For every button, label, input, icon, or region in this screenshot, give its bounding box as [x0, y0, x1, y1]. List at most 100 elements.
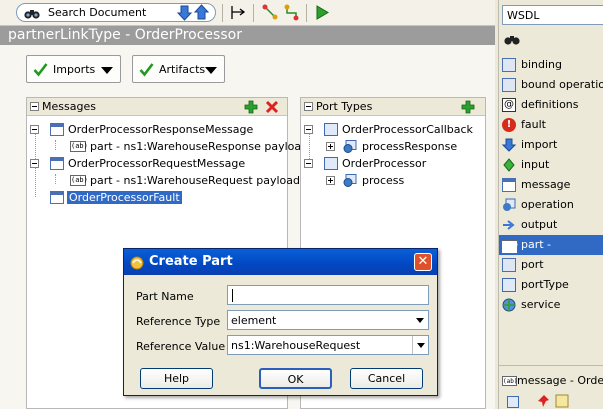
palette-item-bound-operation[interactable]: bound operation: [499, 75, 603, 95]
chevron-down-icon[interactable]: [412, 336, 428, 354]
collapse-icon[interactable]: [304, 125, 313, 134]
fault-icon: !: [502, 118, 516, 132]
collapse-icon[interactable]: [304, 159, 313, 168]
checkmark-icon: [139, 63, 154, 77]
binding-icon: [502, 58, 516, 72]
toolbar-separator: [222, 4, 223, 22]
search-placeholder: Search Document: [48, 6, 147, 19]
cancel-button[interactable]: Cancel: [350, 368, 423, 389]
reference-type-select[interactable]: element: [227, 310, 429, 330]
messages-panel-header: Messages: [27, 98, 287, 116]
collapse-icon[interactable]: [30, 159, 39, 168]
tree-item-port-type[interactable]: OrderProcessorCallback: [304, 122, 484, 138]
collapse-icon[interactable]: [30, 125, 39, 134]
expand-icon[interactable]: [326, 142, 335, 151]
reference-value-label: Reference Value: [136, 340, 226, 353]
binoculars-icon: [24, 10, 40, 19]
dialog-title: Create Part: [149, 254, 233, 269]
input-icon: [503, 158, 515, 172]
tree-item-message-selected[interactable]: OrderProcessorFault: [30, 190, 285, 206]
part-icon: (ab): [70, 175, 88, 186]
message-icon: [50, 157, 64, 170]
message-icon: [502, 178, 516, 192]
tree-item-part[interactable]: (ab) part - ns1:WarehouseRequest payload: [30, 173, 300, 189]
add-icon[interactable]: [244, 100, 258, 114]
palette-category-select[interactable]: WSDL: [502, 5, 603, 25]
collapse-icon[interactable]: [304, 102, 313, 111]
palette-item-port[interactable]: port: [499, 255, 603, 275]
ok-button[interactable]: OK: [259, 368, 332, 389]
palette-item-operation[interactable]: operation: [499, 195, 603, 215]
definitions-icon: @: [502, 98, 516, 112]
part-icon: (ab): [501, 240, 519, 254]
chevron-down-icon: [101, 67, 113, 74]
operation-icon: [343, 140, 357, 153]
structure-pane: (ab) message - OrderPr: [499, 365, 603, 409]
reference-type-label: Reference Type: [136, 315, 221, 328]
port-types-panel-header: Port Types: [301, 98, 485, 116]
tree-item-message[interactable]: OrderProcessorRequestMessage: [30, 156, 285, 172]
palette-item-part[interactable]: (ab) part -: [499, 235, 603, 255]
tree-item-operation[interactable]: processResponse: [304, 139, 484, 155]
run-icon[interactable]: [313, 4, 330, 21]
pin-icon[interactable]: [537, 394, 551, 408]
palette-item-input[interactable]: input: [499, 155, 603, 175]
port-type-icon: [324, 123, 338, 136]
tree-item-operation[interactable]: process: [304, 173, 484, 189]
palette-item-binding[interactable]: binding: [499, 55, 603, 75]
component-palette: WSDL binding bound operation @ definitio…: [498, 0, 603, 409]
service-icon: [502, 298, 516, 312]
palette-item-service[interactable]: service: [499, 295, 603, 315]
zoom-icon[interactable]: [507, 396, 519, 408]
close-button[interactable]: ✕: [414, 253, 432, 271]
checkmark-icon: [33, 63, 48, 77]
chevron-down-icon: [205, 67, 217, 74]
text-caret: [232, 289, 233, 302]
collapse-icon[interactable]: [30, 102, 39, 111]
message-icon: [50, 123, 64, 136]
palette-item-import[interactable]: import: [499, 135, 603, 155]
artifacts-button[interactable]: Artifacts: [132, 55, 225, 83]
editor-toolbar: Search Document: [0, 0, 495, 26]
toolbar-separator: [253, 4, 254, 22]
port-icon: [502, 258, 516, 272]
palette-item-output[interactable]: output: [499, 215, 603, 235]
imports-button[interactable]: Imports: [26, 55, 121, 83]
palette-item-port-type[interactable]: portType: [499, 275, 603, 295]
connect-icon[interactable]: [283, 4, 300, 21]
help-button[interactable]: Help: [140, 368, 213, 389]
tree-item-message[interactable]: OrderProcessorResponseMessage: [30, 122, 285, 138]
add-icon[interactable]: [461, 100, 475, 114]
tree-item-port-type[interactable]: OrderProcessor: [304, 156, 484, 172]
create-part-dialog: Create Part ✕ Part Name Reference Type e…: [123, 248, 438, 396]
tree-item-part[interactable]: (ab) part - ns1:WarehouseResponse payloa…: [30, 139, 308, 155]
arrow-up-icon[interactable]: [193, 4, 210, 21]
part-name-input[interactable]: [227, 285, 429, 305]
expand-icon[interactable]: [326, 176, 335, 185]
port-type-icon: [324, 157, 338, 170]
dialog-titlebar[interactable]: Create Part ✕: [124, 249, 437, 275]
app-icon: [130, 256, 144, 270]
output-icon: [503, 220, 515, 230]
artifacts-label: Artifacts: [159, 63, 206, 76]
align-icon[interactable]: [230, 4, 247, 21]
part-name-label: Part Name: [136, 290, 194, 303]
operation-icon: [343, 174, 357, 187]
properties-icon[interactable]: [555, 394, 569, 408]
delete-icon[interactable]: [265, 100, 279, 114]
messages-title: Messages: [42, 100, 96, 113]
message-icon: [50, 191, 64, 204]
palette-item-definitions[interactable]: @ definitions: [499, 95, 603, 115]
imports-label: Imports: [53, 63, 96, 76]
palette-item-fault[interactable]: ! fault: [499, 115, 603, 135]
part-icon: (ab): [70, 141, 88, 152]
binoculars-icon[interactable]: [504, 32, 520, 46]
toolbar-separator: [306, 4, 307, 22]
chevron-down-icon[interactable]: [412, 311, 428, 329]
reference-value-select[interactable]: ns1:WarehouseRequest: [227, 335, 429, 355]
editor-title: partnerLinkType - OrderProcessor: [0, 26, 495, 45]
arrow-down-icon[interactable]: [176, 4, 193, 21]
link-icon[interactable]: [262, 4, 279, 21]
palette-item-message[interactable]: message: [499, 175, 603, 195]
message-icon: (ab): [502, 376, 518, 386]
